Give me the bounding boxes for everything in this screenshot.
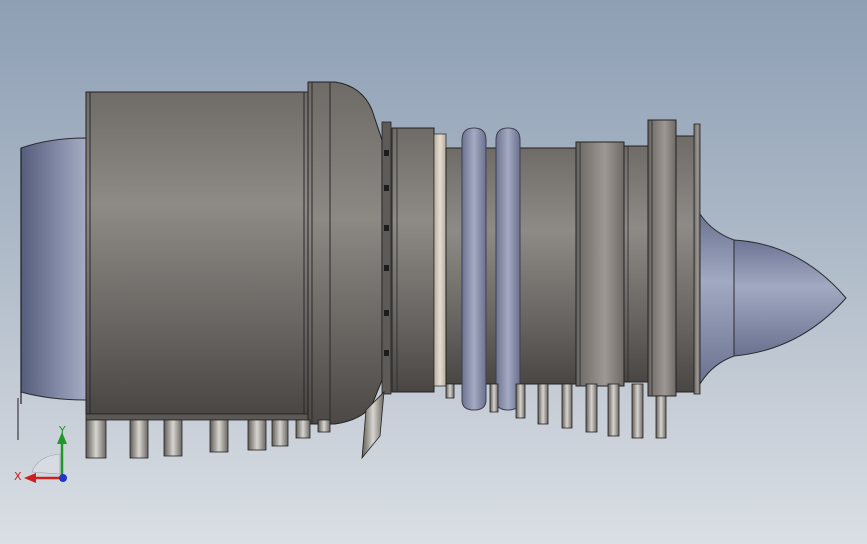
bolt-ring	[381, 121, 392, 395]
triad-plane-icon	[31, 453, 61, 475]
intake-nacelle[interactable]	[17, 137, 87, 440]
x-axis-label: X	[14, 470, 22, 483]
turbine-engine-model[interactable]	[0, 0, 867, 544]
exhaust-cone[interactable]	[699, 212, 847, 386]
cowl-flange[interactable]	[307, 81, 383, 425]
main-housing[interactable]	[85, 91, 309, 421]
compressor-casing[interactable]	[391, 127, 447, 393]
coordinate-triad-icon: Y X	[14, 424, 67, 483]
z-axis-dot-icon	[59, 474, 67, 482]
turbine-rings[interactable]	[575, 119, 701, 397]
x-axis-arrowhead-icon	[24, 473, 36, 483]
3d-viewport[interactable]: Y X	[0, 0, 867, 544]
y-axis-label: Y	[58, 424, 66, 437]
